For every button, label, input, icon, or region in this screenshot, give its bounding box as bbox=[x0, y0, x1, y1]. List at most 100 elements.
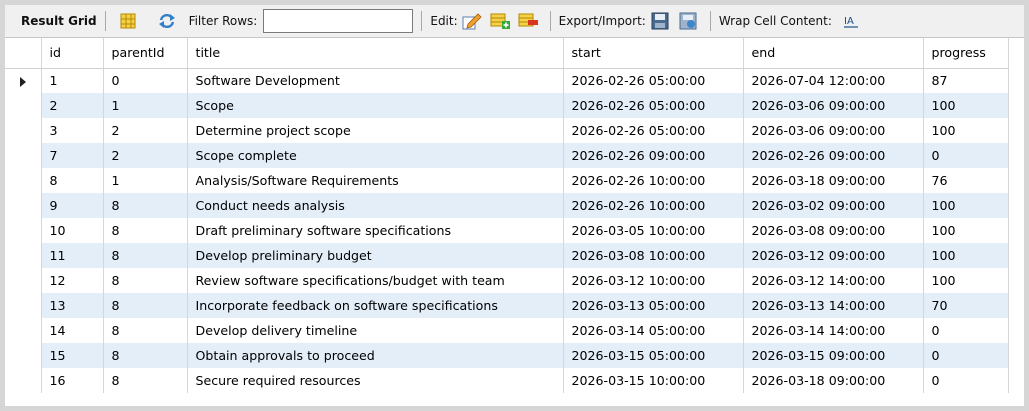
cell-parentid[interactable]: 0 bbox=[103, 68, 188, 93]
row-marker[interactable] bbox=[5, 268, 42, 293]
row-marker[interactable] bbox=[5, 293, 42, 318]
cell-id[interactable]: 2 bbox=[41, 93, 104, 118]
column-header-parentid[interactable]: parentId bbox=[103, 38, 188, 69]
grid-view-icon[interactable] bbox=[117, 10, 139, 32]
cell-title[interactable]: Analysis/Software Requirements bbox=[187, 168, 564, 193]
column-header-start[interactable]: start bbox=[563, 38, 744, 69]
table-row[interactable]: 16 8 Secure required resources 2026-03-15 1… bbox=[5, 368, 1009, 393]
cell-title[interactable]: Conduct needs analysis bbox=[187, 193, 564, 218]
cell-parentid[interactable]: 8 bbox=[103, 368, 188, 393]
cell-id[interactable]: 14 bbox=[41, 318, 104, 343]
cell-end[interactable]: 2026-03-13 14:00:00 bbox=[743, 293, 924, 318]
cell-start[interactable]: 2026-03-14 05:00:00 bbox=[563, 318, 744, 343]
result-grid[interactable]: id parentId title start end progress 10S… bbox=[5, 38, 1024, 406]
row-marker[interactable] bbox=[5, 143, 42, 168]
cell-progress[interactable]: 70 bbox=[923, 293, 1009, 318]
cell-progress[interactable]: 100 bbox=[923, 218, 1009, 243]
cell-start[interactable]: 2026-03-12 10:00:00 bbox=[563, 268, 744, 293]
cell-title[interactable]: Determine project scope bbox=[187, 118, 564, 143]
cell-title[interactable]: Develop delivery timeline bbox=[187, 318, 564, 343]
row-marker[interactable] bbox=[5, 68, 42, 93]
cell-start[interactable]: 2026-03-08 10:00:00 bbox=[563, 243, 744, 268]
cell-end[interactable]: 2026-02-26 09:00:00 bbox=[743, 143, 924, 168]
cell-id[interactable]: 13 bbox=[41, 293, 104, 318]
row-marker[interactable] bbox=[5, 343, 42, 368]
result-grid-tab[interactable]: Result Grid bbox=[21, 14, 97, 28]
cell-progress[interactable]: 100 bbox=[923, 118, 1009, 143]
cell-title[interactable]: Review software specifications/budget wi… bbox=[187, 268, 564, 293]
export-icon[interactable] bbox=[649, 10, 671, 32]
column-header-id[interactable]: id bbox=[41, 38, 104, 69]
row-marker[interactable] bbox=[5, 243, 42, 268]
cell-id[interactable]: 10 bbox=[41, 218, 104, 243]
cell-start[interactable]: 2026-03-15 10:00:00 bbox=[563, 368, 744, 393]
cell-end[interactable]: 2026-03-12 14:00:00 bbox=[743, 268, 924, 293]
refresh-icon[interactable] bbox=[156, 10, 178, 32]
cell-end[interactable]: 2026-03-12 09:00:00 bbox=[743, 243, 924, 268]
cell-parentid[interactable]: 8 bbox=[103, 268, 188, 293]
cell-parentid[interactable]: 8 bbox=[103, 293, 188, 318]
cell-start[interactable]: 2026-03-05 10:00:00 bbox=[563, 218, 744, 243]
cell-start[interactable]: 2026-03-13 05:00:00 bbox=[563, 293, 744, 318]
cell-start[interactable]: 2026-02-26 05:00:00 bbox=[563, 118, 744, 143]
cell-parentid[interactable]: 8 bbox=[103, 318, 188, 343]
cell-id[interactable]: 9 bbox=[41, 193, 104, 218]
table-row[interactable]: 7 2 Scope complete 2026-02-26 09:00:00 2026-… bbox=[5, 143, 1009, 168]
cell-id[interactable]: 7 bbox=[41, 143, 104, 168]
cell-id[interactable]: 1 bbox=[41, 68, 104, 93]
cell-progress[interactable]: 100 bbox=[923, 93, 1009, 118]
cell-id[interactable]: 15 bbox=[41, 343, 104, 368]
delete-row-icon[interactable] bbox=[517, 10, 539, 32]
column-header-progress[interactable]: progress bbox=[923, 38, 1009, 69]
row-marker[interactable] bbox=[5, 218, 42, 243]
cell-id[interactable]: 3 bbox=[41, 118, 104, 143]
wrap-text-icon[interactable]: IA bbox=[840, 10, 862, 32]
cell-start[interactable]: 2026-03-15 05:00:00 bbox=[563, 343, 744, 368]
filter-rows-input[interactable] bbox=[263, 9, 414, 33]
table-row[interactable]: 10 8 Draft preliminary software specificat… bbox=[5, 218, 1009, 243]
cell-parentid[interactable]: 2 bbox=[103, 143, 188, 168]
cell-end[interactable]: 2026-03-18 09:00:00 bbox=[743, 368, 924, 393]
cell-parentid[interactable]: 8 bbox=[103, 243, 188, 268]
cell-id[interactable]: 8 bbox=[41, 168, 104, 193]
table-row[interactable]: 2 1 Scope 2026-02-26 05:00:00 2026-03-06 09:… bbox=[5, 93, 1009, 118]
cell-end[interactable]: 2026-03-08 09:00:00 bbox=[743, 218, 924, 243]
cell-start[interactable]: 2026-02-26 10:00:00 bbox=[563, 193, 744, 218]
row-marker[interactable] bbox=[5, 93, 42, 118]
cell-progress[interactable]: 100 bbox=[923, 193, 1009, 218]
cell-parentid[interactable]: 8 bbox=[103, 343, 188, 368]
table-row[interactable]: 1 0 Software Development 2026-02-26 05:00:0… bbox=[5, 68, 1009, 93]
row-marker[interactable] bbox=[5, 368, 42, 393]
cell-title[interactable]: Software Development bbox=[187, 68, 564, 93]
column-header-end[interactable]: end bbox=[743, 38, 924, 69]
cell-end[interactable]: 2026-07-04 12:00:00 bbox=[743, 68, 924, 93]
cell-start[interactable]: 2026-02-26 05:00:00 bbox=[563, 93, 744, 118]
row-marker[interactable] bbox=[5, 118, 42, 143]
cell-end[interactable]: 2026-03-18 09:00:00 bbox=[743, 168, 924, 193]
cell-title[interactable]: Scope bbox=[187, 93, 564, 118]
cell-progress[interactable]: 87 bbox=[923, 68, 1009, 93]
cell-progress[interactable]: 0 bbox=[923, 318, 1009, 343]
cell-end[interactable]: 2026-03-15 09:00:00 bbox=[743, 343, 924, 368]
cell-end[interactable]: 2026-03-06 09:00:00 bbox=[743, 118, 924, 143]
table-row[interactable]: 9 8 Conduct needs analysis 2026-02-26 10:00… bbox=[5, 193, 1009, 218]
cell-id[interactable]: 11 bbox=[41, 243, 104, 268]
edit-row-icon[interactable] bbox=[461, 10, 483, 32]
add-row-icon[interactable] bbox=[489, 10, 511, 32]
table-row[interactable]: 15 8 Obtain approvals to proceed 2026-03-15… bbox=[5, 343, 1009, 368]
cell-parentid[interactable]: 8 bbox=[103, 193, 188, 218]
import-icon[interactable] bbox=[677, 10, 699, 32]
row-marker[interactable] bbox=[5, 168, 42, 193]
cell-title[interactable]: Scope complete bbox=[187, 143, 564, 168]
cell-parentid[interactable]: 1 bbox=[103, 93, 188, 118]
cell-title[interactable]: Secure required resources bbox=[187, 368, 564, 393]
table-row[interactable]: 14 8 Develop delivery timeline 2026-03-14 0… bbox=[5, 318, 1009, 343]
cell-progress[interactable]: 0 bbox=[923, 143, 1009, 168]
cell-progress[interactable]: 100 bbox=[923, 268, 1009, 293]
table-row[interactable]: 3 2 Determine project scope 2026-02-26 05:0… bbox=[5, 118, 1009, 143]
cell-id[interactable]: 12 bbox=[41, 268, 104, 293]
cell-title[interactable]: Develop preliminary budget bbox=[187, 243, 564, 268]
cell-progress[interactable]: 0 bbox=[923, 343, 1009, 368]
cell-parentid[interactable]: 1 bbox=[103, 168, 188, 193]
cell-progress[interactable]: 76 bbox=[923, 168, 1009, 193]
